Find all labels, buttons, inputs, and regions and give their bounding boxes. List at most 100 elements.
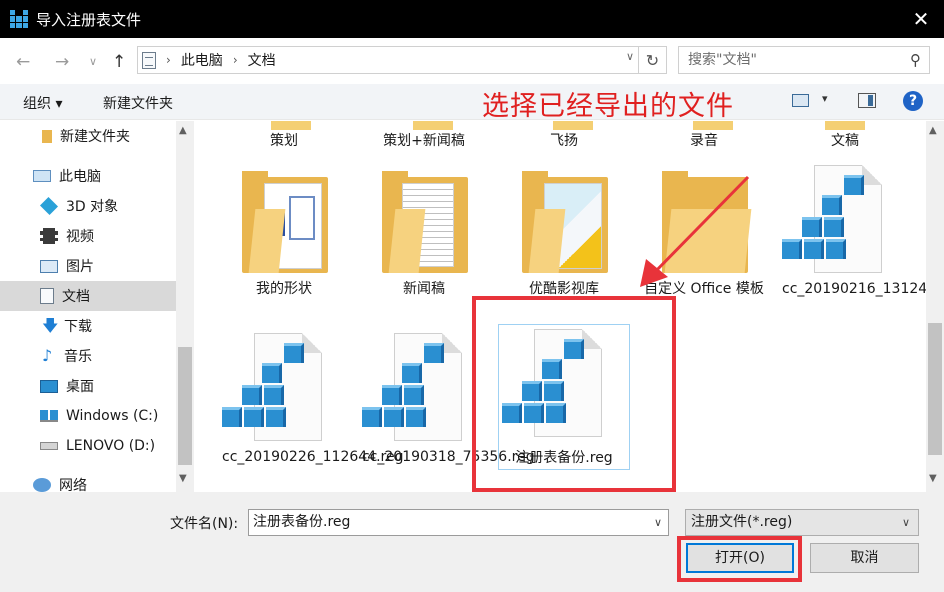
- sidebar-item-lenovo-d[interactable]: LENOVO (D:): [0, 431, 176, 461]
- regedit-app-icon: [10, 10, 28, 28]
- annotation-text: 选择已经导出的文件: [482, 91, 734, 122]
- change-view-icon[interactable]: [792, 94, 809, 107]
- search-input[interactable]: 搜索"文档" ⚲: [678, 46, 930, 74]
- navigation-pane: 新建文件夹 此电脑 3D 对象 视频 图片 文档 🡇 下载 ♪ 音乐 桌面 Wi…: [0, 121, 194, 492]
- breadcrumb-documents[interactable]: 文档: [248, 50, 276, 70]
- folder-item-plan[interactable]: 策划: [222, 131, 346, 151]
- content-scrollbar[interactable]: ▲ ▼: [926, 121, 944, 492]
- scroll-up-icon[interactable]: ▲: [179, 125, 187, 136]
- sidebar-item-label: 图片: [66, 259, 94, 275]
- sidebar-item-pictures[interactable]: 图片: [0, 251, 176, 281]
- refresh-icon[interactable]: ↻: [638, 46, 666, 74]
- sidebar-item-windows-c[interactable]: Windows (C:): [0, 401, 176, 431]
- filename-input[interactable]: 注册表备份.reg ∨: [248, 509, 669, 536]
- organize-menu[interactable]: 组织 ▾: [23, 93, 62, 113]
- sidebar-item-label: 视频: [66, 229, 94, 245]
- chevron-down-icon: ∨: [901, 516, 910, 529]
- folder-item-plan-news[interactable]: 策划+新闻稿: [362, 131, 486, 151]
- annotation-highlight-box: [472, 296, 676, 492]
- registry-file-icon: [782, 165, 882, 273]
- close-icon[interactable]: ✕: [898, 0, 944, 38]
- reg-file-item-20190226[interactable]: cc_20190226_112644.reg: [222, 447, 404, 467]
- folder-icon: [522, 171, 608, 273]
- file-label: 新闻稿: [403, 281, 445, 297]
- scrollbar-thumb[interactable]: [928, 323, 942, 455]
- address-bar[interactable]: › 此电脑 › 文档 ∨ ↻: [137, 46, 667, 74]
- annotation-highlight-box: [677, 536, 802, 582]
- dialog-footer: 文件名(N): 注册表备份.reg ∨ 注册文件(*.reg) ∨ 打开(O) …: [0, 492, 944, 592]
- up-arrow-icon[interactable]: ↑: [112, 52, 126, 72]
- filename-value: 注册表备份.reg: [253, 514, 351, 530]
- address-row: ← → ∨ ↑ › 此电脑 › 文档 ∨ ↻ 搜索"文档" ⚲: [0, 38, 944, 84]
- chevron-down-icon[interactable]: ∨: [654, 510, 662, 535]
- search-icon[interactable]: ⚲: [910, 47, 921, 73]
- file-label: cc_20190216_131242.reg: [782, 281, 926, 297]
- recent-locations-icon[interactable]: ∨: [89, 55, 97, 68]
- filetype-select[interactable]: 注册文件(*.reg) ∨: [685, 509, 919, 536]
- sidebar-item-documents[interactable]: 文档: [0, 281, 176, 311]
- chevron-down-icon[interactable]: ▾: [822, 92, 828, 105]
- folder-icon: [242, 171, 328, 273]
- chevron-right-icon: ›: [166, 53, 171, 67]
- folder-item-news[interactable]: 新闻稿: [362, 279, 486, 299]
- filename-label: 文件名(N):: [170, 516, 239, 532]
- file-label: cc_20190318_75356.reg: [362, 449, 535, 465]
- scroll-up-icon[interactable]: ▲: [929, 125, 937, 136]
- breadcrumb-this-pc[interactable]: 此电脑: [181, 50, 223, 70]
- sidebar-item-label: 音乐: [64, 349, 92, 365]
- sidebar-item-desktop[interactable]: 桌面: [0, 371, 176, 401]
- file-label: 录音: [690, 133, 718, 149]
- file-label: 我的形状: [256, 281, 312, 297]
- title-bar: 导入注册表文件 ✕: [0, 0, 944, 38]
- windows-drive-icon: [40, 410, 58, 422]
- scrollbar-thumb[interactable]: [178, 347, 192, 465]
- help-icon[interactable]: ?: [903, 91, 923, 111]
- registry-file-icon: [222, 333, 322, 441]
- video-icon: [40, 228, 58, 244]
- chevron-down-icon[interactable]: ∨: [626, 50, 634, 63]
- registry-file-icon: [362, 333, 462, 441]
- scroll-down-icon[interactable]: ▼: [179, 473, 187, 484]
- sidebar-item-label: Windows (C:): [66, 408, 159, 424]
- scroll-down-icon[interactable]: ▼: [929, 473, 937, 484]
- sidebar-item-label: 网络: [59, 478, 87, 492]
- reg-file-item-20190216[interactable]: cc_20190216_131242.reg: [782, 279, 926, 299]
- folder-item-manuscripts[interactable]: 文稿: [783, 131, 907, 151]
- network-icon: [33, 478, 51, 492]
- sidebar-item-network[interactable]: 网络: [0, 470, 176, 492]
- sidebar-item-this-pc[interactable]: 此电脑: [0, 161, 176, 191]
- picture-icon: [40, 259, 58, 273]
- window-title: 导入注册表文件: [36, 11, 142, 29]
- folder-item-feiyang[interactable]: 飞扬: [502, 131, 626, 151]
- file-list: 策划 策划+新闻稿 飞扬 录音 文稿 我的形状 新闻稿 优酷影视库 自定义 Of…: [194, 121, 926, 492]
- folder-item-my-shapes[interactable]: 我的形状: [222, 279, 346, 299]
- navigation-scrollbar[interactable]: ▲ ▼: [176, 121, 194, 492]
- sidebar-item-label: 3D 对象: [66, 199, 119, 215]
- sidebar-item-videos[interactable]: 视频: [0, 221, 176, 251]
- reg-file-item-20190318[interactable]: cc_20190318_75356.reg: [362, 447, 535, 467]
- computer-icon: [33, 170, 51, 182]
- sidebar-item-new-folder[interactable]: 新建文件夹: [0, 121, 176, 151]
- sidebar-item-3d-objects[interactable]: 3D 对象: [0, 191, 176, 221]
- sidebar-item-label: 新建文件夹: [60, 129, 130, 145]
- sidebar-item-label: 此电脑: [59, 169, 101, 185]
- sidebar-item-downloads[interactable]: 🡇 下载: [0, 311, 176, 341]
- cube-3d-icon: [39, 196, 59, 216]
- forward-arrow-icon[interactable]: →: [55, 52, 69, 72]
- file-label: 策划: [270, 133, 298, 149]
- download-icon: 🡇: [42, 316, 59, 335]
- drive-icon: [40, 442, 58, 450]
- file-label: 策划+新闻稿: [383, 133, 465, 149]
- sidebar-item-music[interactable]: ♪ 音乐: [0, 341, 176, 371]
- sidebar-item-label: 下载: [64, 319, 92, 335]
- folder-item-recordings[interactable]: 录音: [642, 131, 766, 151]
- cancel-button[interactable]: 取消: [810, 543, 919, 573]
- sidebar-item-label: LENOVO (D:): [66, 438, 156, 454]
- sidebar-item-label: 文档: [62, 289, 90, 305]
- preview-pane-icon[interactable]: [858, 93, 876, 108]
- desktop-icon: [40, 379, 58, 393]
- new-folder-button[interactable]: 新建文件夹: [103, 93, 173, 113]
- folder-icon: [42, 129, 52, 143]
- back-arrow-icon[interactable]: ←: [16, 52, 30, 72]
- chevron-right-icon: ›: [232, 53, 238, 67]
